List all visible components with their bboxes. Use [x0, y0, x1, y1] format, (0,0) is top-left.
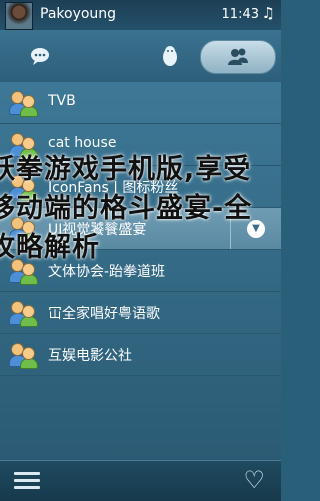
clock: 11:43 — [221, 7, 259, 22]
group-row[interactable]: 文体协会-跆拳道班 — [0, 250, 281, 292]
group-avatar-icon — [9, 132, 38, 159]
tab-bar — [0, 30, 281, 83]
group-name: TVB — [48, 93, 76, 109]
group-avatar-icon — [9, 300, 38, 327]
group-avatar-icon — [9, 90, 38, 117]
contacts-icon — [228, 48, 248, 65]
group-name: 冚全家唱好粤语歌 — [48, 306, 160, 322]
group-row[interactable]: 互娱电影公社 — [0, 334, 281, 376]
qq-penguin-icon — [163, 46, 177, 66]
expand-button[interactable]: ▼ — [230, 208, 281, 249]
group-row[interactable]: 冚全家唱好粤语歌 — [0, 292, 281, 334]
group-name: cat house — [48, 135, 117, 151]
group-name: 文体协会-跆拳道班 — [48, 264, 166, 280]
group-avatar-icon — [9, 174, 38, 201]
status-bar: Pakoyoung 11:43 ♫ — [0, 0, 281, 30]
group-name: UI视觉饕餮盛宴 — [48, 222, 147, 238]
bottom-bar: ♡ — [0, 460, 281, 501]
group-row-selected[interactable]: UI视觉饕餮盛宴 ▼ — [0, 208, 281, 250]
music-note-icon: ♫ — [261, 4, 275, 22]
group-row[interactable]: TVB — [0, 82, 281, 124]
tab-qq[interactable] — [148, 40, 192, 72]
group-name: 互娱电影公社 — [48, 348, 132, 364]
group-avatar-icon — [9, 342, 38, 369]
group-avatar-icon — [9, 216, 38, 243]
tab-contacts[interactable] — [200, 40, 276, 74]
tab-chats[interactable] — [18, 40, 62, 72]
chevron-down-icon: ▼ — [247, 219, 265, 238]
group-row[interactable]: IconFans | 图标粉丝 — [0, 166, 281, 208]
group-list: TVB cat house IconFans | 图标粉丝 UI视觉饕餮盛宴 ▼… — [0, 82, 281, 460]
menu-icon[interactable] — [14, 467, 40, 493]
heart-icon[interactable]: ♡ — [243, 466, 265, 494]
chat-bubble-icon — [31, 48, 49, 65]
username: Pakoyoung — [40, 6, 117, 22]
group-avatar-icon — [9, 258, 38, 285]
group-name: IconFans | 图标粉丝 — [48, 180, 179, 196]
group-row[interactable]: cat house — [0, 124, 281, 166]
avatar[interactable] — [5, 2, 33, 30]
